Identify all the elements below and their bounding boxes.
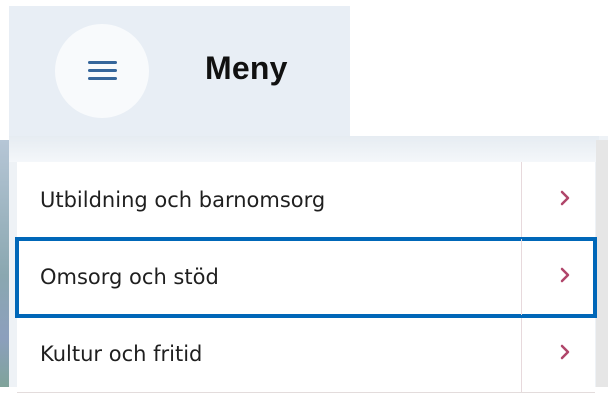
menu-item-label[interactable]: Utbildning och barnomsorg <box>40 188 325 212</box>
menu-button[interactable] <box>55 24 149 118</box>
chevron-right-icon[interactable] <box>551 338 579 366</box>
menu-title[interactable]: Meny <box>205 50 288 87</box>
menu-item-label[interactable]: Kultur och fritid <box>40 342 202 366</box>
menu-item-utbildning[interactable]: Utbildning och barnomsorg <box>17 162 595 239</box>
menu-list: Utbildning och barnomsorg Omsorg och stö… <box>15 162 597 393</box>
item-divider <box>521 316 522 392</box>
chevron-right-icon[interactable] <box>551 184 579 212</box>
menu-item-kultur[interactable]: Kultur och fritid <box>17 316 595 393</box>
item-divider <box>521 239 522 315</box>
header-spacer <box>350 6 608 136</box>
menu-item-label[interactable]: Omsorg och stöd <box>40 265 219 289</box>
hamburger-icon <box>88 61 117 81</box>
menu-toggle[interactable]: Meny <box>9 6 350 136</box>
chevron-right-icon[interactable] <box>551 261 579 289</box>
panel-right-edge <box>596 140 608 387</box>
menu-item-omsorg[interactable]: Omsorg och stöd <box>15 237 597 318</box>
item-divider <box>521 162 522 238</box>
panel-top-shadow <box>9 136 599 162</box>
background-image-edge <box>0 140 9 387</box>
